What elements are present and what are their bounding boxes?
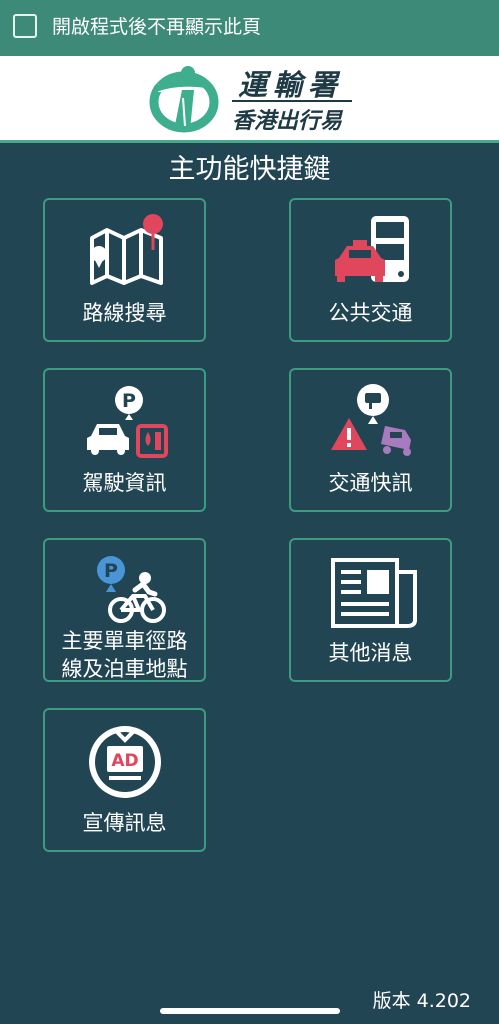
transport-department-logo [149,66,219,133]
tile-promotion[interactable]: AD 宣傳訊息 [43,708,206,852]
bus-taxi-icon [335,216,409,282]
brand-subtitle: 香港出行易 [232,109,343,134]
svg-text:AD: AD [111,751,138,771]
tile-traffic-news[interactable]: 交通快訊 [289,368,452,512]
car-parking-fuel-icon: P [87,386,168,458]
header-banner: 運輸署 香港出行易 [0,56,499,143]
tile-cycle-tracks[interactable]: P 主要單車徑路 線及泊車地點 [43,538,206,682]
traffic-alert-icon [331,384,411,456]
tile-label-line2: 線及泊車地點 [61,657,188,681]
app-version: 版本 4.202 [372,990,471,1012]
tile-label: 公共交通 [328,301,413,325]
dont-show-again-label[interactable]: 開啟程式後不再顯示此頁 [52,13,261,41]
bicycle-parking-icon: P [97,556,166,623]
svg-text:P: P [104,560,118,582]
brand-divider [232,100,352,102]
tile-label-line1: 主要單車徑路 [61,629,188,653]
tv-ad-icon: AD [89,726,161,798]
tile-route-search[interactable]: 路線搜尋 [43,198,206,342]
map-pin-icon [90,214,163,285]
top-bar: 開啟程式後不再顯示此頁 [0,0,499,56]
newspaper-icon [331,558,417,628]
home-indicator[interactable] [160,1008,340,1014]
tile-label: 駕駛資訊 [82,471,167,495]
svg-text:P: P [122,390,136,412]
section-title: 主功能快捷鍵 [168,154,331,185]
tile-label: 其他消息 [328,641,413,665]
tile-public-transport[interactable]: 公共交通 [289,198,452,342]
dont-show-again-checkbox[interactable] [13,14,37,38]
tile-driving-info[interactable]: P 駕駛資訊 [43,368,206,512]
tile-label: 交通快訊 [328,471,413,495]
tile-label: 路線搜尋 [82,301,167,325]
tile-other-news[interactable]: 其他消息 [289,538,452,682]
brand-title: 運輸署 [238,68,344,102]
tile-label: 宣傳訊息 [82,811,167,835]
